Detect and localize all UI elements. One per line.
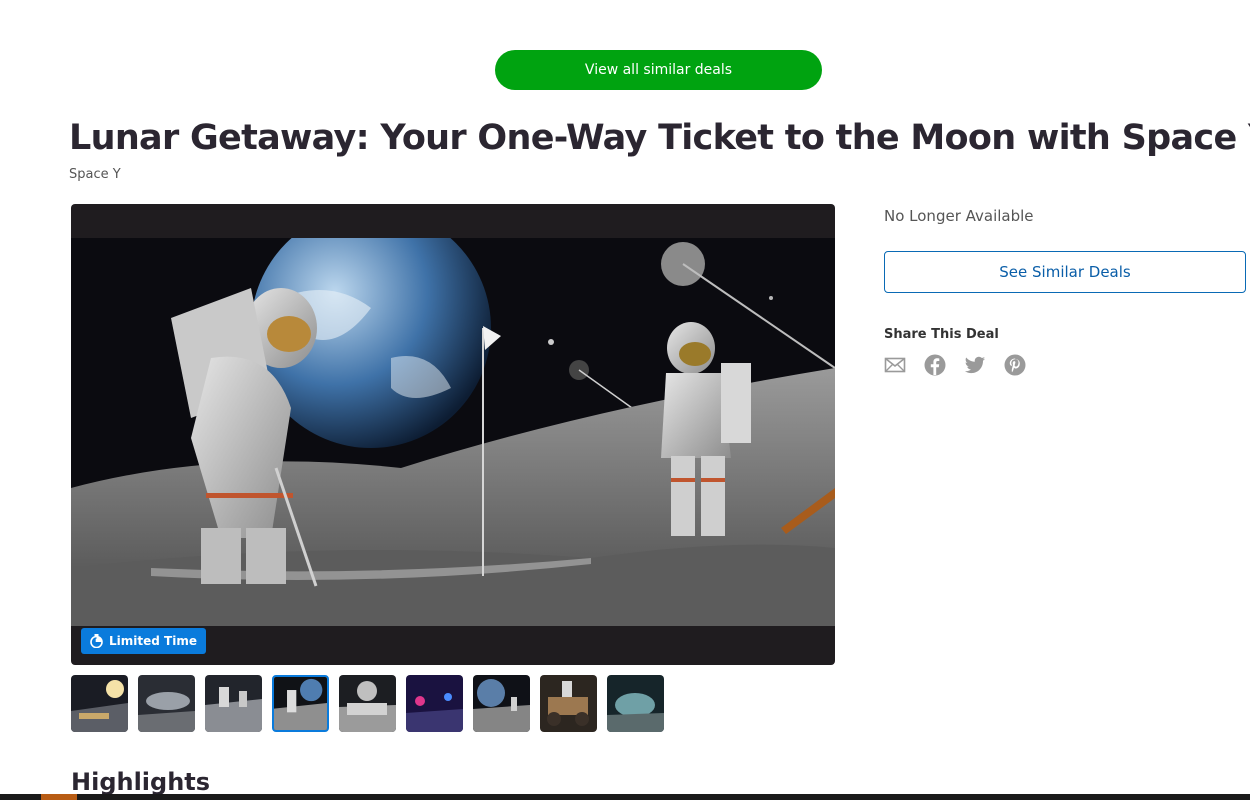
merchant-name: Space Y — [69, 167, 121, 182]
thumbnail-5[interactable] — [339, 675, 396, 732]
view-all-similar-deals-button[interactable]: View all similar deals — [495, 50, 822, 90]
bottom-bar-accent — [41, 794, 77, 800]
thumbnail-image — [540, 675, 597, 732]
share-icons — [884, 354, 1026, 376]
thumbnail-image — [71, 675, 128, 732]
thumbnail-1[interactable] — [71, 675, 128, 732]
thumbnail-7[interactable] — [473, 675, 530, 732]
twitter-icon[interactable] — [964, 354, 986, 376]
availability-status: No Longer Available — [884, 207, 1034, 225]
pinterest-icon[interactable] — [1004, 354, 1026, 376]
share-this-deal-label: Share This Deal — [884, 327, 999, 342]
deal-title: Lunar Getaway: Your One-Way Ticket to th… — [69, 118, 1250, 158]
limited-time-badge: Limited Time — [81, 628, 206, 654]
email-icon[interactable] — [884, 354, 906, 376]
view-all-similar-deals-label: View all similar deals — [584, 62, 733, 78]
deal-hero-image — [71, 238, 835, 626]
thumbnail-6[interactable] — [406, 675, 463, 732]
thumbnail-image — [607, 675, 664, 732]
thumbnail-8[interactable] — [540, 675, 597, 732]
thumbnail-3[interactable] — [205, 675, 262, 732]
deal-image-viewer[interactable]: Limited Time — [71, 204, 835, 665]
thumbnail-image — [473, 675, 530, 732]
see-similar-deals-button[interactable]: See Similar Deals — [884, 251, 1246, 293]
thumbnail-image — [205, 675, 262, 732]
highlights-heading: Highlights — [71, 768, 211, 796]
bottom-bar — [0, 794, 1250, 800]
thumbnail-image — [274, 677, 327, 730]
thumbnail-image — [406, 675, 463, 732]
thumbnail-image — [138, 675, 195, 732]
limited-time-label: Limited Time — [109, 634, 197, 648]
thumbnail-9[interactable] — [607, 675, 664, 732]
thumbnail-2[interactable] — [138, 675, 195, 732]
thumbnail-strip — [71, 675, 664, 732]
see-similar-deals-label: See Similar Deals — [999, 263, 1131, 281]
thumbnail-image — [339, 675, 396, 732]
thumbnail-4-active[interactable] — [272, 675, 329, 732]
stopwatch-icon — [90, 634, 103, 648]
facebook-icon[interactable] — [924, 354, 946, 376]
